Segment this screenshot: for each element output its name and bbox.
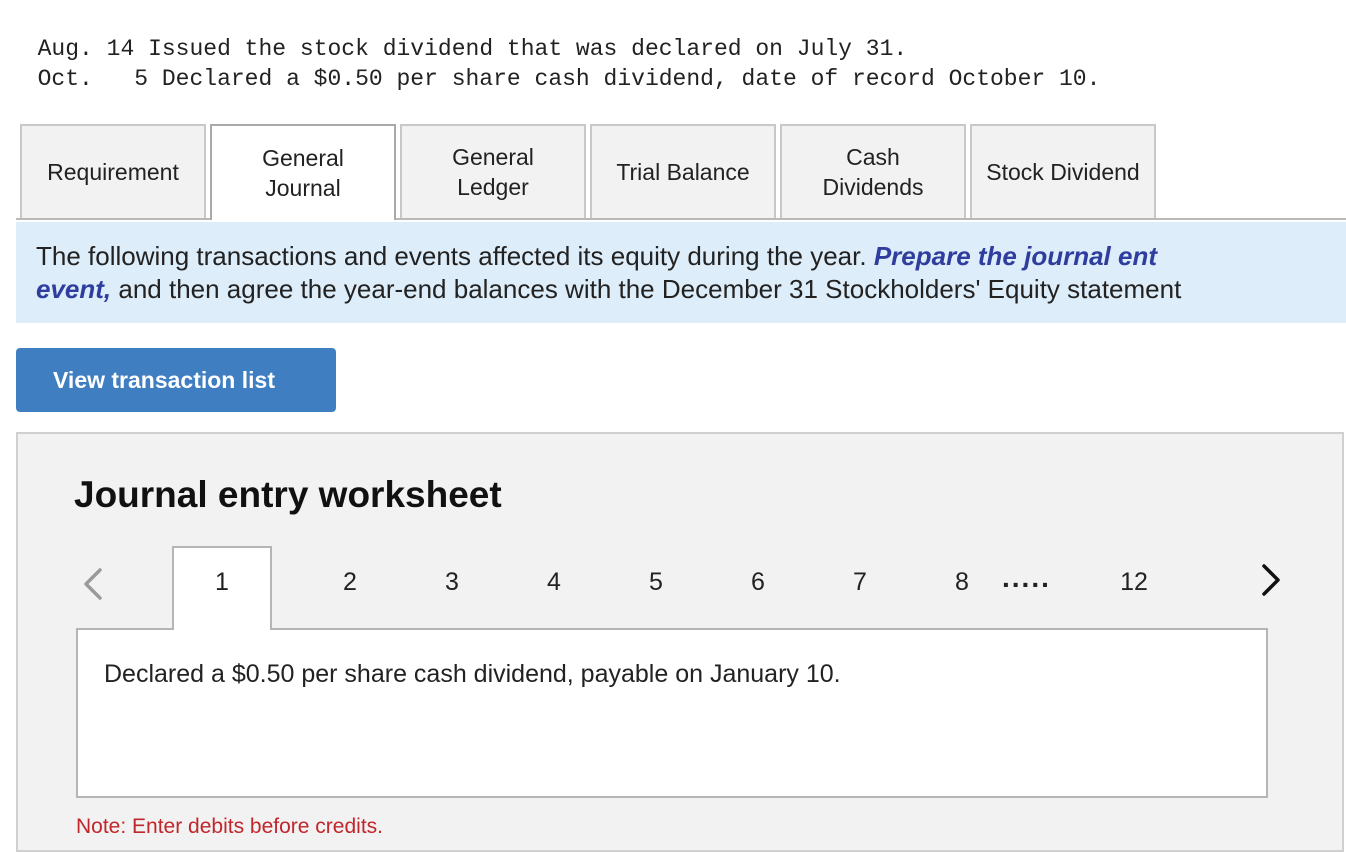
tab-bar: Requirement General Journal General Ledg…	[16, 124, 1346, 220]
chevron-right-icon	[1262, 564, 1280, 596]
tab-label: General Journal	[262, 145, 344, 201]
worksheet-title: Journal entry worksheet	[74, 474, 502, 515]
tab-stock-dividend[interactable]: Stock Dividend	[970, 124, 1156, 218]
transaction-description-box: Declared a $0.50 per share cash dividend…	[76, 628, 1268, 798]
view-transaction-list-button[interactable]: View transaction list	[16, 348, 336, 412]
tab-general-ledger[interactable]: General Ledger	[400, 124, 586, 218]
tab-label: Cash Dividends	[822, 144, 924, 200]
tab-label: Trial Balance	[616, 159, 750, 185]
instructions-emphasis: Prepare the journal ent	[873, 241, 1157, 271]
tab-cash-dividends[interactable]: Cash Dividends	[780, 124, 966, 218]
instructions-banner: The following transactions and events af…	[16, 222, 1346, 323]
entry-page-8[interactable]: 8	[955, 568, 969, 597]
entry-page-5[interactable]: 5	[649, 568, 663, 597]
entry-page-6[interactable]: 6	[751, 568, 765, 597]
transaction-day: 5	[120, 66, 149, 92]
tab-label: General Ledger	[452, 144, 534, 200]
entry-page-1[interactable]: 1	[172, 546, 272, 630]
debits-before-credits-note: Note: Enter debits before credits.	[76, 815, 383, 838]
instructions-emphasis: event,	[36, 274, 112, 304]
journal-entry-worksheet: Journal entry worksheet 1 2 3 4 5 6 7 8 …	[16, 432, 1344, 852]
transaction-line: Oct. 5 Declared a $0.50 per share cash d…	[10, 40, 1101, 92]
entry-pager: 1 2 3 4 5 6 7 8 ..... 12	[18, 546, 1342, 630]
entry-page-4[interactable]: 4	[547, 568, 561, 597]
entry-page-3[interactable]: 3	[445, 568, 459, 597]
tab-general-journal[interactable]: General Journal	[210, 124, 396, 220]
view-transaction-list-label: View transaction list	[53, 366, 275, 393]
next-entry-button[interactable]	[1256, 560, 1286, 600]
tab-requirement[interactable]: Requirement	[20, 124, 206, 218]
tab-trial-balance[interactable]: Trial Balance	[590, 124, 776, 218]
transaction-description: Declared a $0.50 per share cash dividend…	[104, 660, 841, 688]
entry-page-12[interactable]: 12	[1120, 568, 1148, 597]
transaction-text: Declared a $0.50 per share cash dividend…	[161, 66, 1101, 92]
entry-page-7[interactable]: 7	[853, 568, 867, 597]
chevron-left-icon	[84, 568, 102, 600]
tab-label: Requirement	[47, 159, 179, 185]
instructions-line-1: The following transactions and events af…	[36, 241, 1157, 271]
transaction-month: Oct.	[37, 66, 93, 92]
instructions-line-2: event, and then agree the year-end balan…	[36, 274, 1182, 304]
pager-ellipsis: .....	[1002, 562, 1051, 593]
tab-label: Stock Dividend	[986, 159, 1140, 185]
entry-page-2[interactable]: 2	[343, 568, 357, 597]
previous-entry-button[interactable]	[78, 564, 108, 604]
